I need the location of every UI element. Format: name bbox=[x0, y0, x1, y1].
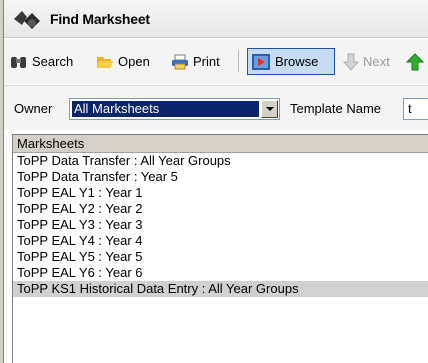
folder-open-icon bbox=[97, 56, 113, 68]
open-label: Open bbox=[118, 54, 150, 69]
owner-label: Owner bbox=[14, 101, 53, 116]
title-bar: Find Marksheet bbox=[4, 0, 428, 38]
list-item[interactable]: ToPP EAL Y4 : Year 4 bbox=[13, 233, 428, 249]
filter-row: Owner All Marksheets Template Name t bbox=[4, 85, 428, 130]
list-item[interactable]: ToPP EAL Y1 : Year 1 bbox=[13, 185, 428, 201]
binoculars-icon bbox=[14, 11, 40, 29]
owner-dropdown[interactable]: All Marksheets bbox=[69, 98, 280, 120]
search-label: Search bbox=[32, 54, 74, 69]
browse-icon bbox=[252, 53, 270, 70]
browse-button[interactable]: Browse bbox=[251, 49, 318, 74]
template-name-label: Template Name bbox=[290, 101, 382, 116]
printer-icon bbox=[172, 54, 188, 69]
open-button[interactable]: Open bbox=[96, 49, 150, 74]
chevron-down-icon[interactable] bbox=[261, 100, 278, 118]
arrow-down-icon bbox=[343, 53, 359, 71]
list-item[interactable]: ToPP EAL Y5 : Year 5 bbox=[13, 249, 428, 265]
marksheets-column-header[interactable]: Marksheets bbox=[13, 135, 428, 153]
search-button[interactable]: Search bbox=[10, 49, 73, 74]
next-button[interactable]: Next bbox=[343, 49, 390, 74]
arrow-up-icon bbox=[406, 52, 424, 70]
owner-selected-value: All Marksheets bbox=[72, 101, 259, 117]
binoculars-icon bbox=[11, 56, 26, 68]
template-name-input[interactable]: t bbox=[403, 98, 428, 120]
marksheets-list[interactable]: Marksheets ToPP Data Transfer : All Year… bbox=[12, 134, 428, 363]
toolbar-separator bbox=[238, 50, 239, 72]
up-button[interactable] bbox=[406, 49, 424, 74]
browse-label: Browse bbox=[275, 54, 319, 69]
list-item[interactable]: ToPP EAL Y2 : Year 2 bbox=[13, 201, 428, 217]
next-label: Next bbox=[363, 54, 390, 69]
print-label: Print bbox=[193, 54, 220, 69]
list-item[interactable]: ToPP Data Transfer : All Year Groups bbox=[13, 153, 428, 169]
window-title: Find Marksheet bbox=[50, 11, 150, 27]
list-item[interactable]: ToPP Data Transfer : Year 5 bbox=[13, 169, 428, 185]
print-button[interactable]: Print bbox=[171, 49, 220, 74]
list-item[interactable]: ToPP EAL Y3 : Year 3 bbox=[13, 217, 428, 233]
toolbar: Search Open Print Browse Next bbox=[4, 39, 428, 84]
list-item[interactable]: ToPP EAL Y6 : Year 6 bbox=[13, 265, 428, 281]
list-item-selected[interactable]: ToPP KS1 Historical Data Entry : All Yea… bbox=[13, 281, 428, 297]
